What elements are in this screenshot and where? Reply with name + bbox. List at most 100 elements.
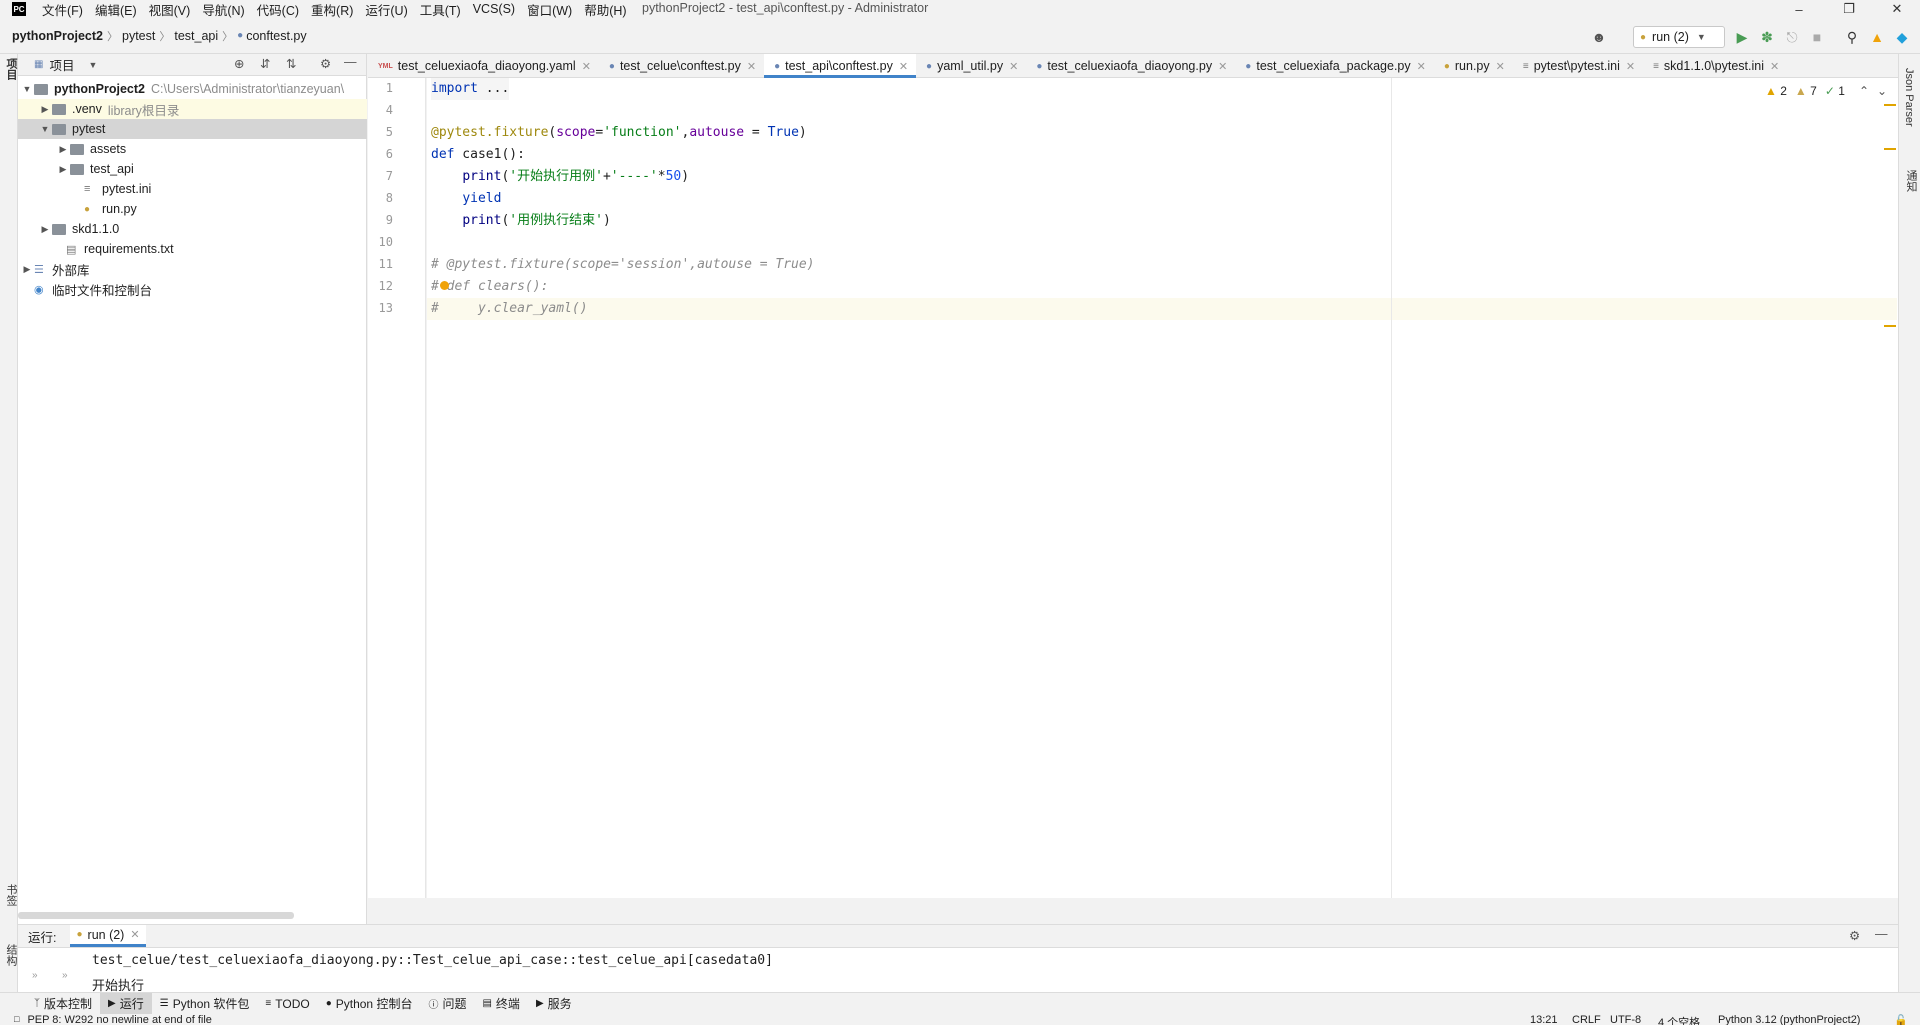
restore-icon[interactable]: ❐ [1826,0,1872,18]
expand-all-icon[interactable]: ⇵ [260,56,270,71]
panel-toggle-icon[interactable]: □ [14,1014,19,1024]
lock-icon[interactable]: 🔓 [1894,1014,1908,1025]
close-tab-icon[interactable]: ✕ [130,928,139,941]
menu-run[interactable]: 运行(U) [365,0,407,19]
indent-setting[interactable]: 4 个空格 [1658,1014,1700,1025]
minimize-icon[interactable]: – [1776,0,1822,18]
warning-stripe-marker[interactable] [1884,325,1896,327]
close-tab-icon[interactable]: ✕ [1218,60,1227,73]
tree-item-venv[interactable]: ▶ .venv library根目录 [18,99,367,119]
breadcrumb-test-api[interactable]: test_api [174,29,218,43]
chevron-up-icon[interactable]: ⌃ [1859,84,1869,98]
tool-run[interactable]: ▶ 运行 [100,992,152,1015]
close-tab-icon[interactable]: ✕ [1009,60,1018,73]
tab-pytest-ini[interactable]: ≡ pytest\pytest.ini ✕ [1513,54,1643,78]
close-tab-icon[interactable]: ✕ [1417,60,1426,73]
gear-icon[interactable]: ⚙ [1849,928,1860,943]
menu-refactor[interactable]: 重构(R) [311,0,353,19]
close-tab-icon[interactable]: ✕ [899,60,908,73]
inspection-widget[interactable]: ▲ 2 ▲ 7 ✓ 1 ⌃ ⌄ [1765,84,1887,98]
tree-item-project-root[interactable]: ▼ pythonProject2 C:\Users\Administrator\… [18,79,367,99]
chevron-down-icon[interactable]: ⌄ [1877,84,1887,98]
chevron-right-icon[interactable]: ▶ [56,144,70,155]
code-line-13[interactable]: # y.clear_yaml() [431,298,588,320]
run-console[interactable]: » » test_celue/test_celuexiaofa_diaoyong… [18,948,1898,994]
json-parser-tool-button[interactable]: Json Parser [1903,68,1915,127]
expand-icon[interactable]: » [62,970,68,981]
close-tab-icon[interactable]: ✕ [1770,60,1779,73]
run-config-select[interactable]: ● run (2) ▼ [1633,26,1725,48]
chevron-down-icon[interactable]: ▼ [20,84,34,94]
code-line-1[interactable]: import ... [431,78,510,100]
run-tab[interactable]: ● run (2) ✕ [70,925,146,947]
gear-icon[interactable]: ⚙ [320,56,331,71]
close-window-icon[interactable]: ✕ [1874,0,1920,18]
tool-vcs[interactable]: ᛉ 版本控制 [26,993,100,1015]
tool-problems[interactable]: ⓘ 问题 [420,993,474,1015]
code-line-11[interactable]: # @pytest.fixture(scope='session',autous… [431,254,815,276]
tab-yaml-util[interactable]: ● yaml_util.py ✕ [916,54,1026,78]
structure-tool-button[interactable]: 结构 [3,944,19,966]
tab-package-py[interactable]: ● test_celuexiafa_package.py ✕ [1235,54,1434,78]
tab-diaoyong-py[interactable]: ● test_celuexiaofa_diaoyong.py ✕ [1026,54,1235,78]
tab-api-conftest[interactable]: ● test_api\conftest.py ✕ [764,54,917,78]
user-icon[interactable]: ☻ [1590,28,1608,46]
chevron-right-icon[interactable]: ▶ [56,164,70,175]
close-tab-icon[interactable]: ✕ [1496,60,1505,73]
debug-icon[interactable]: ✽ [1758,28,1776,46]
breadcrumb-pytest[interactable]: pytest [122,29,155,43]
tree-item-pytest[interactable]: ▼ pytest [18,119,367,139]
tree-item-scratches[interactable]: ◉ 临时文件和控制台 [18,279,367,299]
tool-todo[interactable]: ≡ TODO [257,993,317,1015]
tree-item-assets[interactable]: ▶ assets [18,139,367,159]
tree-item-requirements[interactable]: ▤ requirements.txt [18,239,367,259]
tree-item-run-py[interactable]: ● run.py [18,199,367,219]
menu-window[interactable]: 窗口(W) [527,0,572,19]
weak-warning-count[interactable]: ▲ 7 [1795,84,1817,98]
collapse-all-icon[interactable]: ⇅ [286,56,296,71]
code-line-7[interactable]: print('开始执行用例'+'----'*50) [431,166,689,188]
project-panel-title[interactable]: 项目 [49,55,74,74]
run-icon[interactable]: ▶ [1733,28,1751,46]
tool-services[interactable]: ▶ 服务 [528,993,580,1015]
ok-count[interactable]: ✓ 1 [1825,84,1845,98]
horizontal-scrollbar[interactable] [18,912,294,919]
bookmarks-tool-button[interactable]: 书签 [3,884,19,906]
line-separator[interactable]: CRLF [1572,1014,1601,1025]
chevron-right-icon[interactable]: ▶ [38,104,52,115]
code-line-6[interactable]: def case1(): [431,144,525,166]
breadcrumb-file[interactable]: conftest.py [246,29,306,43]
tab-yaml[interactable]: YML test_celuexiaofa_diaoyong.yaml ✕ [368,54,599,78]
code-line-5[interactable]: @pytest.fixture(scope='function',autouse… [431,122,807,144]
intention-bulb-icon[interactable] [440,281,449,290]
stop-icon[interactable]: ■ [1808,28,1826,46]
coverage-icon[interactable]: ⎋ [1783,28,1801,46]
caret-position[interactable]: 13:21 [1530,1014,1558,1025]
tool-python-packages[interactable]: ☰ Python 软件包 [152,993,258,1015]
menu-navigate[interactable]: 导航(N) [202,0,244,19]
notifications-tool-button[interactable]: 通知 [1903,170,1919,192]
tab-skd-pytest-ini[interactable]: ≡ skd1.1.0\pytest.ini ✕ [1643,54,1787,78]
close-tab-icon[interactable]: ✕ [1626,60,1635,73]
jetbrains-ai-icon[interactable]: ◆ [1893,28,1911,46]
code-line-8[interactable]: yield [431,188,501,210]
status-message[interactable]: PEP 8: W292 no newline at end of file [27,1014,211,1025]
search-icon[interactable]: ⚲ [1843,28,1861,46]
menu-file[interactable]: 文件(F) [42,0,83,19]
menu-code[interactable]: 代码(C) [257,0,299,19]
expand-icon[interactable]: » [32,970,38,981]
warning-count[interactable]: ▲ 2 [1765,84,1787,98]
locate-icon[interactable]: ⊕ [234,56,244,71]
menu-help[interactable]: 帮助(H) [584,0,626,19]
chevron-down-icon[interactable]: ▼ [88,60,97,70]
tree-item-skd[interactable]: ▶ skd1.1.0 [18,219,367,239]
tab-run-py[interactable]: ● run.py ✕ [1434,54,1513,78]
breadcrumb-project[interactable]: pythonProject2 [12,29,103,43]
tab-celue-conftest[interactable]: ● test_celue\conftest.py ✕ [599,54,764,78]
tree-item-external-libs[interactable]: ▶ ☰ 外部库 [18,259,367,279]
code-editor[interactable]: import ... @pytest.fixture(scope='functi… [427,78,1898,898]
close-tab-icon[interactable]: ✕ [747,60,756,73]
project-tool-button[interactable]: 项目 [3,58,19,80]
chevron-down-icon[interactable]: ▼ [38,124,52,134]
tool-python-console[interactable]: ● Python 控制台 [318,993,421,1015]
